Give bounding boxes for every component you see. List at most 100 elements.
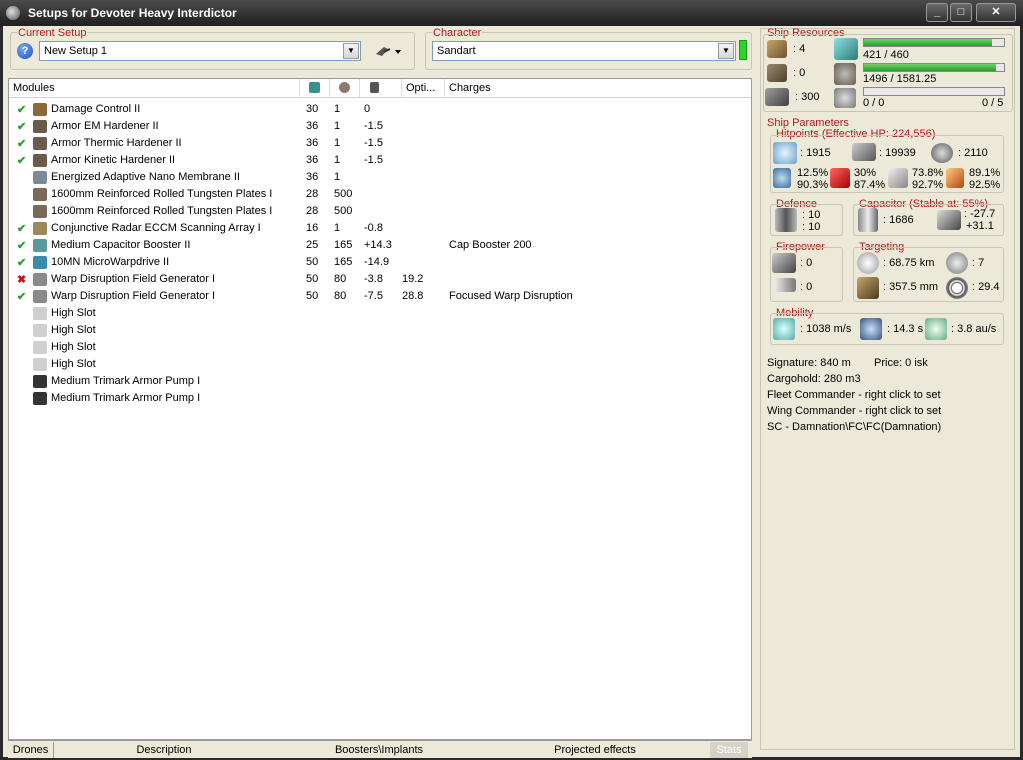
table-row[interactable]: Medium Trimark Armor Pump I bbox=[9, 373, 749, 390]
em-resist-armor: 90.3% bbox=[797, 179, 829, 191]
module-cpu: 50 bbox=[306, 273, 319, 285]
tab-description[interactable]: Description bbox=[54, 742, 274, 758]
minimize-button[interactable]: _ bbox=[926, 3, 948, 22]
table-row[interactable]: High Slot bbox=[9, 356, 749, 373]
wing-commander-text[interactable]: Wing Commander - right click to set bbox=[767, 405, 941, 417]
cargohold-text: Cargohold: 280 m3 bbox=[767, 373, 861, 385]
module-name: Energized Adaptive Nano Membrane II bbox=[51, 171, 240, 183]
module-state-icon: ✔ bbox=[17, 138, 27, 150]
maximize-button[interactable]: □ bbox=[950, 3, 972, 22]
align-time-icon bbox=[860, 318, 882, 340]
column-header-cpu[interactable] bbox=[300, 79, 330, 98]
module-powergrid: 1 bbox=[334, 137, 341, 149]
stats-button[interactable]: Stats bbox=[710, 742, 748, 758]
module-name: Damage Control II bbox=[51, 103, 141, 115]
tab-drones[interactable]: Drones bbox=[8, 742, 54, 758]
kinetic-resist-armor: 92.7% bbox=[912, 179, 944, 191]
module-name: 1600mm Reinforced Rolled Tungsten Plates… bbox=[51, 205, 273, 217]
ship-menu-button[interactable] bbox=[374, 43, 404, 59]
table-row[interactable]: High Slot bbox=[9, 305, 749, 322]
turret-hardpoint-icon bbox=[767, 40, 787, 58]
explosive-resist-icon bbox=[946, 168, 964, 188]
table-row[interactable]: ✖ Warp Disruption Field Generator I 50 80 -3… bbox=[9, 271, 749, 288]
ship-icon bbox=[376, 47, 401, 56]
fleet-commander-text[interactable]: Fleet Commander - right click to set bbox=[767, 389, 941, 401]
modules-table[interactable]: Modules Opti... Charges ✔ Damage Control … bbox=[8, 78, 752, 740]
chevron-down-icon[interactable]: ▼ bbox=[718, 43, 734, 59]
warp-speed-value: : 3.8 au/s bbox=[951, 323, 997, 335]
module-cpu: 36 bbox=[306, 137, 319, 149]
table-row[interactable]: High Slot bbox=[9, 322, 749, 339]
sensor-strength-value: : 29.4 bbox=[972, 281, 1000, 293]
table-row[interactable]: 1600mm Reinforced Rolled Tungsten Plates… bbox=[9, 186, 749, 203]
explosive-resist-shield: 89.1% bbox=[969, 167, 1001, 179]
firepower-value-2: : 0 bbox=[800, 281, 813, 293]
column-header-modules[interactable]: Modules bbox=[9, 79, 300, 98]
thermal-resist-armor: 87.4% bbox=[854, 179, 886, 191]
help-icon[interactable]: ? bbox=[17, 43, 33, 59]
thermal-resist-icon bbox=[830, 168, 850, 188]
table-row[interactable]: Medium Trimark Armor Pump I bbox=[9, 390, 749, 407]
module-powergrid: 1 bbox=[334, 103, 341, 115]
module-name: Armor Thermic Hardener II bbox=[51, 137, 182, 149]
module-icon bbox=[33, 171, 47, 184]
em-resist-icon bbox=[773, 168, 791, 188]
kinetic-resist-shield: 73.8% bbox=[912, 167, 944, 179]
module-icon bbox=[33, 205, 47, 218]
module-name: Medium Trimark Armor Pump I bbox=[51, 392, 201, 404]
table-row[interactable]: ✔ Armor Kinetic Hardener II 36 1 -1.5 bbox=[9, 152, 749, 169]
module-charge: Cap Booster 200 bbox=[449, 239, 532, 251]
table-row[interactable]: ✔ Conjunctive Radar ECCM Scanning Array I… bbox=[9, 220, 749, 237]
module-icon bbox=[33, 103, 47, 116]
table-row[interactable]: ✔ Medium Capacitor Booster II 25 165 +14.3 Ca… bbox=[9, 237, 749, 254]
column-header-capacitor[interactable] bbox=[360, 79, 402, 98]
defence-value-2: : 10 bbox=[802, 221, 821, 233]
module-capacitor: -0.8 bbox=[364, 222, 383, 234]
module-icon bbox=[33, 273, 47, 286]
character-select[interactable]: Sandart ▼ bbox=[432, 41, 736, 61]
module-state-icon: ✔ bbox=[17, 291, 27, 303]
table-row[interactable]: Energized Adaptive Nano Membrane II 36 1 bbox=[9, 169, 749, 186]
module-name: Armor Kinetic Hardener II bbox=[51, 154, 176, 166]
module-state-icon: ✔ bbox=[17, 155, 27, 167]
tab-boosters-implants[interactable]: Boosters\Implants bbox=[274, 742, 484, 758]
table-row[interactable]: ✔ Warp Disruption Field Generator I 50 80 -7… bbox=[9, 288, 749, 305]
module-cpu: 36 bbox=[306, 120, 319, 132]
turret-icon bbox=[772, 253, 796, 273]
table-row[interactable]: ✔ Armor Thermic Hardener II 36 1 -1.5 bbox=[9, 135, 749, 152]
module-icon bbox=[33, 239, 47, 252]
table-row[interactable]: ✔ 10MN MicroWarpdrive II 50 165 -14.9 bbox=[9, 254, 749, 271]
launcher-value: : 0 bbox=[793, 67, 806, 79]
armor-icon bbox=[852, 143, 876, 161]
shield-icon bbox=[773, 142, 797, 164]
module-icon bbox=[33, 154, 47, 167]
column-header-charges[interactable]: Charges bbox=[445, 79, 751, 98]
table-row[interactable]: ✔ Damage Control II 30 1 0 bbox=[9, 101, 749, 118]
table-row[interactable]: 1600mm Reinforced Rolled Tungsten Plates… bbox=[9, 203, 749, 220]
capacitor-icon bbox=[370, 82, 379, 93]
module-icon bbox=[33, 307, 47, 320]
scan-resolution-icon bbox=[857, 277, 879, 299]
module-optimal: 19.2 bbox=[402, 273, 424, 285]
capacitor-amount-value: : 1686 bbox=[883, 214, 914, 226]
squad-commander-text[interactable]: SC - Damnation\FC\FC(Damnation) bbox=[767, 421, 941, 433]
column-header-powergrid[interactable] bbox=[330, 79, 360, 98]
setup-select[interactable]: New Setup 1 ▼ bbox=[39, 41, 361, 61]
module-name: High Slot bbox=[51, 324, 96, 336]
table-row[interactable]: ✔ Armor EM Hardener II 36 1 -1.5 bbox=[9, 118, 749, 135]
bottom-tabs: Drones Description Boosters\Implants Pro… bbox=[8, 740, 752, 758]
module-cpu: 16 bbox=[306, 222, 319, 234]
missile-icon bbox=[774, 278, 796, 292]
module-name: Conjunctive Radar ECCM Scanning Array I bbox=[51, 222, 261, 234]
column-header-optimal[interactable]: Opti... bbox=[402, 79, 445, 98]
close-button[interactable]: ✕ bbox=[976, 3, 1016, 22]
targeting-range-value: : 68.75 km bbox=[883, 257, 935, 269]
module-powergrid: 165 bbox=[334, 239, 353, 251]
cpu-icon bbox=[309, 82, 320, 93]
firepower-value-1: : 0 bbox=[800, 257, 813, 269]
chevron-down-icon[interactable]: ▼ bbox=[343, 43, 359, 59]
calibration-icon bbox=[765, 88, 789, 106]
table-row[interactable]: High Slot bbox=[9, 339, 749, 356]
tab-projected-effects[interactable]: Projected effects bbox=[484, 742, 706, 758]
module-optimal: 28.8 bbox=[402, 290, 424, 302]
